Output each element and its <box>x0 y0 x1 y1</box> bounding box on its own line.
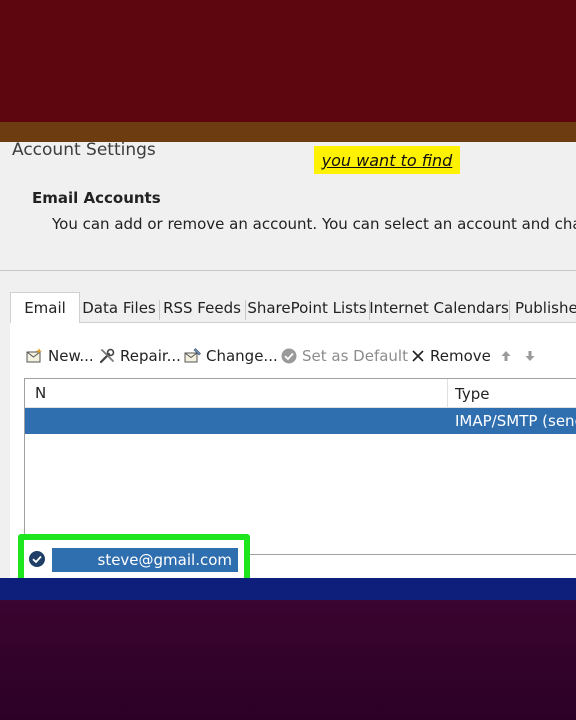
column-name-header[interactable]: N <box>35 384 46 402</box>
tab-data-files[interactable]: Data Files <box>82 294 156 322</box>
remove-button-label: Remove <box>430 347 491 365</box>
repair-button-label: Repair... <box>120 347 181 365</box>
tab-published-calendars[interactable]: Publishe <box>512 294 576 322</box>
section-description: You can add or remove an account. You ca… <box>52 215 576 233</box>
tab-rss-feeds[interactable]: RSS Feeds <box>162 294 242 322</box>
new-button-label: New... <box>48 347 94 365</box>
background-top <box>0 0 576 122</box>
new-button[interactable]: New... <box>26 344 94 368</box>
account-settings-dialog: Account Settings you want to find Email … <box>0 142 576 578</box>
section-heading: Email Accounts <box>32 189 161 207</box>
check-circle-icon <box>281 348 297 364</box>
tab-internet-calendars[interactable]: Internet Calendars <box>369 294 509 322</box>
account-type: IMAP/SMTP (senc <box>455 412 576 430</box>
tab-separator <box>159 300 160 320</box>
caption-highlight: you want to find <box>314 146 460 174</box>
arrow-up-icon <box>501 351 511 361</box>
account-toolbar: New... Repair... Change... Set as Defaul… <box>26 344 576 368</box>
new-account-icon <box>26 348 43 363</box>
set-as-default-label: Set as Default <box>302 347 408 365</box>
move-up-button[interactable] <box>500 344 512 368</box>
account-name-cell[interactable]: steve@gmail.com <box>52 548 238 572</box>
background-bottom <box>0 600 576 720</box>
callout-inner: steve@gmail.com <box>24 540 244 578</box>
divider <box>0 270 576 271</box>
tab-email[interactable]: Email <box>10 292 80 323</box>
callout-highlight-box: steve@gmail.com <box>18 534 250 578</box>
table-row[interactable]: IMAP/SMTP (senc <box>25 408 576 434</box>
column-type-header[interactable]: Type <box>455 385 489 403</box>
arrow-down-icon <box>525 351 535 361</box>
set-as-default-button[interactable]: Set as Default <box>280 344 408 368</box>
repair-tools-icon <box>99 348 115 364</box>
default-account-check-icon <box>29 551 45 567</box>
move-down-button[interactable] <box>524 344 536 368</box>
tab-sharepoint-lists[interactable]: SharePoint Lists <box>247 294 366 322</box>
caption-text: you want to find <box>321 150 453 170</box>
tab-strip: Email Data Files RSS Feeds SharePoint Li… <box>10 292 576 323</box>
list-header: N Type <box>25 379 576 408</box>
repair-button[interactable]: Repair... <box>98 344 181 368</box>
change-button[interactable]: Change... <box>184 344 278 368</box>
email-accounts-list[interactable]: N Type IMAP/SMTP (senc <box>24 378 576 555</box>
column-separator[interactable] <box>447 379 448 407</box>
remove-x-icon <box>412 350 424 362</box>
window-edge-bottom <box>0 578 576 600</box>
remove-button[interactable]: Remove <box>410 344 491 368</box>
tab-separator <box>509 300 510 320</box>
tab-separator <box>245 300 246 320</box>
dialog-title: Account Settings <box>12 142 156 160</box>
window-edge-top <box>0 122 576 142</box>
change-account-icon <box>184 348 201 363</box>
change-button-label: Change... <box>206 347 278 365</box>
account-email: steve@gmail.com <box>97 551 233 569</box>
